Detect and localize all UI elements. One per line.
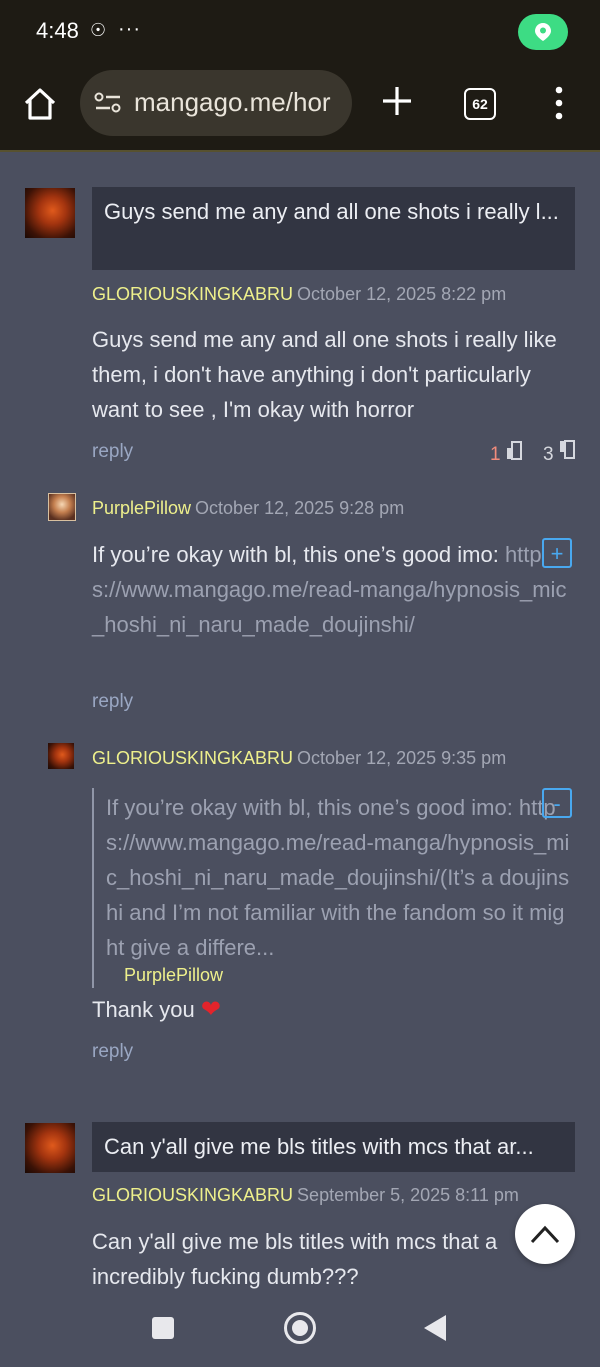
- comment-author[interactable]: GLORIOUSKINGKABRU: [92, 1185, 293, 1205]
- address-bar[interactable]: mangago.me/hor: [80, 70, 352, 136]
- recents-button[interactable]: [152, 1317, 174, 1339]
- home-nav-button[interactable]: [284, 1312, 316, 1344]
- heart-emoji-icon: ❤: [200, 996, 221, 1023]
- avatar[interactable]: [25, 1123, 75, 1173]
- quoted-author[interactable]: PurplePillow: [124, 965, 223, 986]
- chevron-up-icon: [530, 1225, 560, 1244]
- comment-body: Can y'all give me bls titles with mcs th…: [92, 1229, 498, 1289]
- avatar[interactable]: [48, 743, 74, 769]
- comment-title[interactable]: Guys send me any and all one shots i rea…: [92, 187, 575, 270]
- comment-date: October 12, 2025 9:35 pm: [297, 748, 507, 768]
- comment-author[interactable]: PurplePillow: [92, 498, 191, 518]
- comment-body: Guys send me any and all one shots i rea…: [92, 327, 557, 422]
- scroll-to-top-button[interactable]: [515, 1204, 575, 1264]
- thumbs-down-icon: [559, 440, 575, 459]
- avatar[interactable]: [48, 493, 76, 521]
- new-tab-icon[interactable]: [380, 84, 414, 118]
- gamepad-icon: ☉: [90, 20, 107, 40]
- back-button[interactable]: [424, 1315, 446, 1341]
- url-text: mangago.me/hor: [134, 87, 331, 117]
- status-bar: 4:48 ☉ ···: [0, 0, 600, 62]
- comment-author[interactable]: GLORIOUSKINGKABRU: [92, 748, 293, 768]
- comment-date: October 12, 2025 9:28 pm: [195, 498, 405, 518]
- more-notifications-icon: ···: [118, 18, 141, 40]
- thumbs-up-icon: [506, 441, 522, 460]
- comment-body: Thank you ❤: [92, 992, 221, 1027]
- comment-meta: GLORIOUSKINGKABRU September 5, 2025 8:11 …: [92, 1185, 519, 1206]
- comment-meta: GLORIOUSKINGKABRU October 12, 2025 9:35 p…: [92, 748, 506, 769]
- comment-title[interactable]: Can y'all give me bls titles with mcs th…: [92, 1122, 575, 1172]
- reply-link[interactable]: reply: [92, 1041, 133, 1063]
- site-settings-icon[interactable]: [94, 92, 122, 114]
- quoted-comment: If you’re okay with bl, this one’s good …: [92, 788, 578, 988]
- dislike-button[interactable]: 3: [543, 440, 575, 466]
- comment-text: If you’re okay with bl, this one’s good …: [92, 542, 499, 567]
- collapse-toggle-button[interactable]: -: [542, 788, 572, 818]
- reply-link[interactable]: reply: [92, 441, 133, 463]
- tab-switcher-button[interactable]: 62: [464, 88, 496, 120]
- location-indicator-icon: [518, 14, 568, 50]
- comment-body: If you’re okay with bl, this one’s good …: [92, 537, 570, 642]
- system-navigation-bar: [0, 1289, 600, 1367]
- comment-text: Thank you: [92, 997, 195, 1022]
- comment-meta: GLORIOUSKINGKABRU October 12, 2025 8:22 p…: [92, 284, 506, 305]
- browser-toolbar: mangago.me/hor 62: [0, 62, 600, 152]
- comment-date: October 12, 2025 8:22 pm: [297, 284, 507, 304]
- reply-link[interactable]: reply: [92, 691, 133, 713]
- dislike-count: 3: [543, 444, 554, 465]
- status-time: 4:48: [36, 18, 79, 43]
- home-button[interactable]: [20, 84, 60, 124]
- expand-toggle-button[interactable]: +: [542, 538, 572, 568]
- overflow-menu-icon[interactable]: [552, 86, 566, 120]
- avatar[interactable]: [25, 188, 75, 238]
- like-button[interactable]: 1: [490, 440, 522, 466]
- comment-author[interactable]: GLORIOUSKINGKABRU: [92, 284, 293, 304]
- comment-meta: PurplePillow October 12, 2025 9:28 pm: [92, 498, 404, 519]
- like-count: 1: [490, 444, 501, 465]
- home-icon: [24, 88, 56, 120]
- comment-date: September 5, 2025 8:11 pm: [297, 1185, 519, 1205]
- quoted-text: If you’re okay with bl, this one’s good …: [106, 795, 570, 960]
